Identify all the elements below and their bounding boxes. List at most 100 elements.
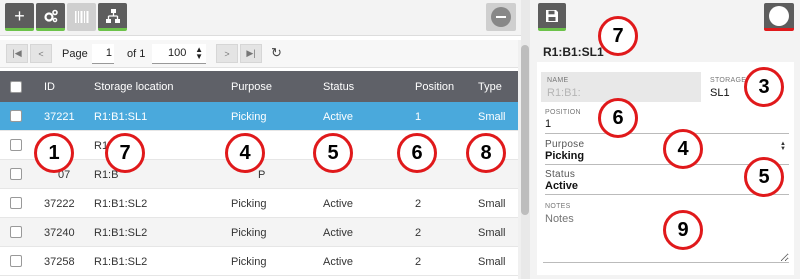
annotation-badge: 4 <box>663 129 703 169</box>
name-label: NAME <box>547 77 569 84</box>
cell-type: Small <box>478 111 506 123</box>
annotation-badge: 9 <box>663 210 703 250</box>
annotation-badge: 5 <box>744 157 784 197</box>
status-label: Status <box>545 169 576 180</box>
next-page-button[interactable]: > <box>216 44 238 63</box>
page-size-select[interactable]: 100 ▲ ▼ <box>152 44 206 64</box>
cell-position: 1 <box>415 111 422 123</box>
barcode-button[interactable] <box>67 3 96 31</box>
column-header-id[interactable]: ID <box>44 81 55 93</box>
cell-purpose: Picking <box>231 198 267 210</box>
row-checkbox[interactable] <box>10 139 22 151</box>
annotation-badge: 7 <box>598 16 638 56</box>
column-header-status[interactable]: Status <box>323 81 354 93</box>
cell-location: R1:B1:SL2 <box>94 256 148 268</box>
cell-location: R1:B1:SL2 <box>94 198 148 210</box>
refresh-icon[interactable]: ↻ <box>271 45 282 61</box>
minus-circle-icon <box>491 7 511 27</box>
storage-value: SL1 <box>710 87 730 99</box>
list-toolbar: + <box>0 0 521 36</box>
floppy-disk-icon <box>546 9 558 22</box>
annotation-badge: 6 <box>598 98 638 138</box>
annotation-badge: 7 <box>105 133 145 173</box>
cell-position: 2 <box>415 256 422 268</box>
storage-label: STORAGE <box>710 77 747 84</box>
page-number-input[interactable]: 1 <box>92 44 114 64</box>
plus-icon: + <box>14 5 25 26</box>
cell-position: 2 <box>415 198 422 210</box>
table-row[interactable]: 37222 R1:B1:SL2 Picking Active 2 Small <box>0 189 518 218</box>
cell-type: Small <box>478 198 506 210</box>
select-all-checkbox[interactable] <box>10 81 22 93</box>
cell-location: R1:B1:SL2 <box>94 227 148 239</box>
save-button[interactable] <box>538 3 566 31</box>
annotation-badge: 3 <box>744 67 784 107</box>
status-select[interactable]: Active <box>545 180 578 192</box>
column-header-location[interactable]: Storage location <box>94 81 174 93</box>
add-button[interactable]: + <box>5 3 34 31</box>
annotation-badge: 5 <box>313 133 353 173</box>
close-detail-button[interactable] <box>764 3 794 31</box>
table-row[interactable]: 37240 R1:B1:SL2 Picking Active 2 Small <box>0 218 518 247</box>
last-page-button[interactable]: ▶| <box>240 44 262 63</box>
cell-id: 37258 <box>44 256 75 268</box>
column-header-purpose[interactable]: Purpose <box>231 81 272 93</box>
first-page-button[interactable]: |◀ <box>6 44 28 63</box>
cell-type: Small <box>478 256 506 268</box>
cell-purpose: Picking <box>231 256 267 268</box>
cell-purpose: Picking <box>231 111 267 123</box>
cell-id: 37221 <box>44 111 75 123</box>
notes-label: NOTES <box>545 203 571 210</box>
cell-location: R1:B <box>94 169 119 181</box>
cell-location: R1:B1:SL1 <box>94 111 148 123</box>
name-value: R1:B1: <box>547 87 581 99</box>
cell-position: 2 <box>415 227 422 239</box>
cell-purpose: Picking <box>231 227 267 239</box>
position-input[interactable]: 1 <box>545 118 551 130</box>
pagination-bar: |◀ < Page 1 of 1 100 ▲ ▼ > ▶| ↻ <box>0 40 521 68</box>
purpose-label: Purpose <box>545 139 585 150</box>
table-row[interactable]: 37221 R1:B1:SL1 Picking Active 1 Small <box>0 102 518 131</box>
cell-status: Active <box>323 111 353 123</box>
row-checkbox[interactable] <box>10 197 22 209</box>
barcode-icon <box>74 11 88 23</box>
row-checkbox[interactable] <box>10 110 22 122</box>
remove-button[interactable] <box>486 3 516 31</box>
last-page-icon: ▶| <box>246 48 256 58</box>
column-header-type[interactable]: Type <box>478 81 502 93</box>
cell-status: Active <box>323 256 353 268</box>
cell-id: 37222 <box>44 198 75 210</box>
table-row[interactable]: 37258 R1:B1:SL2 Picking Active 2 Small <box>0 247 518 276</box>
row-checkbox[interactable] <box>10 226 22 238</box>
select-arrow-icon: ▲ ▼ <box>780 141 786 152</box>
prev-page-button[interactable]: < <box>30 44 52 63</box>
cell-status: Active <box>323 227 353 239</box>
page-label: Page <box>62 48 88 60</box>
column-header-position[interactable]: Position <box>415 81 454 93</box>
cell-status: Active <box>323 198 353 210</box>
hierarchy-button[interactable] <box>98 3 127 31</box>
annotation-badge: 1 <box>34 133 74 173</box>
annotation-badge: 4 <box>225 133 265 173</box>
page-count-label: of 1 <box>127 48 146 60</box>
hierarchy-icon <box>105 8 120 23</box>
scrollbar-thumb[interactable] <box>521 45 529 215</box>
chevron-left-icon: < <box>38 48 44 59</box>
cell-id: 37240 <box>44 227 75 239</box>
chevron-right-icon: > <box>224 48 230 59</box>
cell-purpose: P <box>258 169 266 181</box>
annotation-badge: 8 <box>466 133 506 173</box>
spinner-icon: ▲ ▼ <box>195 45 203 61</box>
first-page-icon: |◀ <box>12 48 22 58</box>
settings-button[interactable] <box>36 3 65 31</box>
grid-header: ID Storage location Purpose Status Posit… <box>0 71 518 102</box>
gears-icon <box>43 9 58 22</box>
row-checkbox[interactable] <box>10 255 22 267</box>
minus-circle-icon <box>769 5 789 26</box>
position-label: POSITION <box>545 109 581 116</box>
detail-title: R1:B1:SL1 <box>543 45 604 59</box>
purpose-select[interactable]: Picking <box>545 150 584 162</box>
cell-type: Small <box>478 227 506 239</box>
annotation-badge: 6 <box>397 133 437 173</box>
row-checkbox[interactable] <box>10 168 22 180</box>
